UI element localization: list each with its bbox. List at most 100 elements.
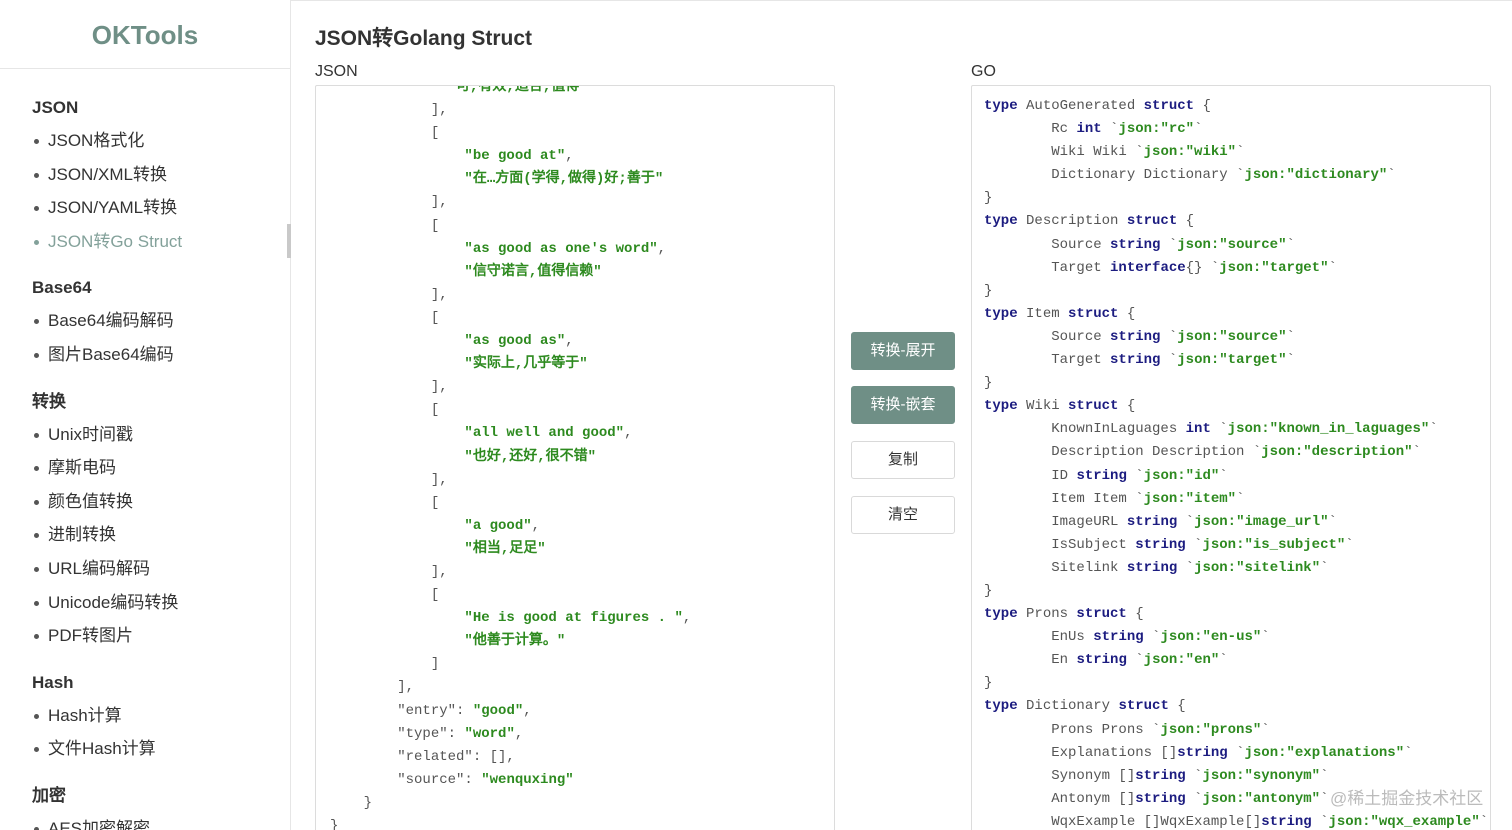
go-output-editor[interactable]: type AutoGenerated struct { Rc int `json…	[971, 85, 1491, 830]
code-token: {	[1126, 606, 1144, 623]
code-line: "all well and good",	[330, 422, 691, 445]
code-line: [	[330, 122, 691, 145]
code-line: "a good",	[330, 515, 691, 538]
code-token: Antonym []	[1051, 790, 1136, 807]
code-token: `	[1210, 421, 1228, 438]
code-token: }	[363, 794, 373, 811]
sidebar-nav-item[interactable]: 文件Hash计算	[32, 732, 290, 766]
code-token: [	[430, 309, 440, 326]
json-code-content[interactable]: "可,有效,适合,值得" ], [ "be good at", "在…方面(学得…	[330, 86, 691, 830]
code-line: type Dictionary struct {	[984, 695, 1488, 718]
code-token: Target	[1051, 259, 1111, 276]
string-token: "他善于计算。"	[464, 633, 566, 650]
code-line: IsSubject string `json:"is_subject"`	[984, 534, 1488, 557]
string-token: json:"synonym"	[1202, 767, 1321, 784]
code-token: EnUs	[1051, 629, 1094, 646]
sidebar-nav-item[interactable]: JSON转Go Struct	[32, 225, 290, 259]
code-token: Wiki	[1017, 398, 1069, 415]
string-token: json:"target"	[1219, 259, 1329, 276]
string-token: "He is good at figures . "	[464, 610, 683, 627]
string-token: json:"item"	[1143, 490, 1237, 507]
code-token: "entry":	[397, 702, 473, 719]
nav-group: JSON JSON格式化 JSON/XML转换 JSON/YAML转换 JSON转Go …	[32, 94, 290, 258]
code-line: "as good as",	[330, 330, 691, 353]
code-line: "在…方面(学得,做得)好;善于"	[330, 168, 691, 191]
code-line: "type": "word",	[330, 723, 691, 746]
code-line: Wiki Wiki `json:"wiki"`	[984, 141, 1488, 164]
keyword-token: type	[984, 98, 1018, 114]
sidebar-nav-item[interactable]: Base64编码解码	[32, 304, 290, 338]
code-token: {	[1194, 98, 1211, 114]
clear-button[interactable]: 清空	[851, 496, 955, 534]
code-line: type AutoGenerated struct {	[984, 95, 1488, 118]
sidebar-nav-item[interactable]: Hash计算	[32, 699, 290, 733]
code-token: ,	[531, 517, 541, 534]
sidebar-scrollbar[interactable]	[287, 224, 291, 258]
keyword-token: struct	[1118, 698, 1169, 715]
string-token: "be good at"	[464, 148, 566, 165]
code-token: `	[1219, 652, 1228, 669]
code-line: [	[330, 584, 691, 607]
keyword-token: string	[1135, 790, 1186, 807]
code-line: }	[984, 280, 1488, 303]
watermark: @稀土掘金技术社区	[1330, 789, 1484, 808]
convert-nested-button[interactable]: 转换-嵌套	[851, 386, 955, 424]
sidebar-nav-item[interactable]: 进制转换	[32, 518, 290, 552]
sidebar-nav-item[interactable]: URL编码解码	[32, 552, 290, 586]
keyword-token: string	[1135, 536, 1186, 553]
code-line: Dictionary Dictionary `json:"dictionary"…	[984, 164, 1488, 187]
sidebar-nav-item[interactable]: 摩斯电码	[32, 451, 290, 485]
code-token: [	[430, 402, 440, 419]
sidebar-nav-item[interactable]: JSON/XML转换	[32, 158, 290, 192]
code-token: [	[430, 494, 440, 511]
string-token: json:"rc"	[1118, 121, 1195, 138]
sidebar-nav-item[interactable]: PDF转图片	[32, 619, 290, 653]
code-token: `	[1236, 144, 1245, 161]
code-token: `	[1177, 513, 1195, 530]
code-token: `	[1328, 259, 1337, 276]
code-token: {	[1118, 398, 1136, 415]
code-token: Prons Prons `	[1051, 721, 1161, 738]
code-token: ,	[565, 148, 574, 165]
go-code-content[interactable]: type AutoGenerated struct { Rc int `json…	[984, 95, 1488, 830]
json-input-editor[interactable]: "可,有效,适合,值得" ], [ "be good at", "在…方面(学得…	[315, 85, 835, 830]
sidebar-nav-item[interactable]: 颜色值转换	[32, 485, 290, 519]
code-line: ],	[330, 99, 691, 122]
app-logo[interactable]: OKTools	[0, 0, 290, 69]
code-token: }	[984, 675, 993, 692]
go-panel-label: GO	[971, 63, 996, 80]
string-token: json:"source"	[1177, 236, 1287, 253]
code-line: "相当,足足"	[330, 538, 691, 561]
code-line: Explanations []string `json:"explanation…	[984, 742, 1488, 765]
convert-expand-button[interactable]: 转换-展开	[851, 332, 955, 370]
code-token: {	[1168, 698, 1186, 715]
sidebar-nav-item[interactable]: Unicode编码转换	[32, 586, 290, 620]
code-token: }	[984, 582, 993, 599]
copy-button[interactable]: 复制	[851, 441, 955, 479]
sidebar-nav-item[interactable]: AES加密解密	[32, 812, 290, 830]
sidebar-nav-item[interactable]: 图片Base64编码	[32, 338, 290, 372]
code-line: KnownInLaguages int `json:"known_in_lagu…	[984, 418, 1488, 441]
code-token: Rc	[1051, 121, 1077, 138]
string-token: json:"dictionary"	[1244, 167, 1388, 184]
code-token: ],	[430, 194, 448, 211]
keyword-token: string	[1126, 559, 1178, 576]
string-token: json:"is_subject"	[1202, 536, 1346, 553]
code-token: `	[1160, 236, 1178, 253]
code-token: `	[1126, 467, 1144, 484]
sidebar-nav-item[interactable]: JSON格式化	[32, 124, 290, 158]
nav-list: JSON格式化 JSON/XML转换 JSON/YAML转换 JSON转Go Stru…	[32, 124, 290, 258]
code-token: [	[430, 587, 440, 604]
string-token: "也好,还好,很不错"	[464, 448, 597, 465]
nav-group-title: 加密	[32, 785, 66, 805]
keyword-token: int	[1076, 121, 1102, 138]
code-token: `	[1320, 790, 1329, 807]
code-token: `	[1236, 490, 1245, 507]
code-line: "可,有效,适合,值得"	[330, 86, 691, 99]
code-token: ],	[430, 563, 448, 580]
sidebar-nav-item[interactable]: JSON/YAML转换	[32, 191, 290, 225]
sidebar-nav-item[interactable]: Unix时间戳	[32, 418, 290, 452]
code-token: `	[1286, 236, 1295, 253]
code-token: ],	[430, 379, 448, 396]
code-token: `	[1404, 744, 1413, 761]
